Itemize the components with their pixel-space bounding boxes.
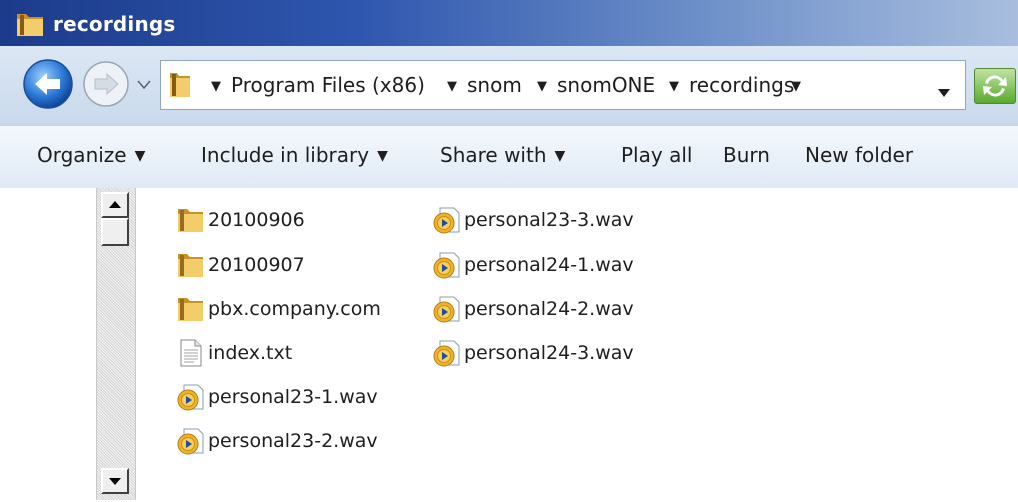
audio-file-icon (176, 426, 206, 456)
new-folder-button[interactable]: New folder (805, 143, 913, 167)
navigation-scrollbar[interactable] (96, 188, 136, 500)
scroll-down-arrow-icon (109, 478, 121, 485)
breadcrumb-snomone[interactable]: ▼ snomONE (537, 73, 655, 97)
folder-icon (176, 205, 206, 235)
chevron-down-icon: ▼ (134, 148, 146, 164)
audio-file-icon (432, 250, 462, 280)
folder-icon (16, 11, 44, 41)
audio-file-icon (176, 382, 206, 412)
chevron-down-icon: ▼ (377, 148, 388, 164)
history-dropdown-icon[interactable] (136, 76, 152, 95)
address-history-dropdown-icon[interactable] (937, 79, 951, 103)
audio-file-icon (432, 338, 462, 368)
address-bar[interactable]: ▼ Program Files (x86) ▼ snom ▼ snomONE ▼ rec… (160, 60, 966, 110)
organize-button[interactable]: Organize ▼ (37, 143, 145, 167)
navigation-bar: ▼ Program Files (x86) ▼ snom ▼ snomONE ▼ rec… (0, 46, 1018, 125)
breadcrumb-arrow-icon[interactable]: ▼ (447, 79, 457, 94)
title-bar[interactable]: recordings (0, 0, 1018, 46)
navigation-pane (0, 188, 96, 502)
include-in-library-button[interactable]: Include in library ▼ (201, 143, 388, 167)
forward-button[interactable] (80, 58, 132, 114)
back-button[interactable] (22, 58, 74, 114)
back-arrow-icon (23, 59, 73, 109)
command-bar: Organize ▼ Include in library ▼ Share with… (0, 125, 1018, 190)
breadcrumb-snom[interactable]: ▼ snom (447, 73, 522, 97)
breadcrumb-arrow-icon[interactable]: ▼ (537, 79, 547, 94)
breadcrumb-program-files[interactable]: ▼ Program Files (x86) (211, 73, 425, 97)
breadcrumb-arrow-icon[interactable]: ▼ (211, 79, 221, 94)
window-title: recordings (53, 12, 176, 36)
share-with-button[interactable]: Share with ▼ (440, 143, 565, 167)
play-all-button[interactable]: Play all (621, 143, 692, 167)
burn-button[interactable]: Burn (723, 143, 770, 167)
audio-file-icon (432, 205, 462, 235)
scroll-up-button[interactable] (101, 192, 129, 218)
folder-icon (176, 250, 206, 280)
scroll-up-arrow-icon (109, 201, 121, 208)
breadcrumb-recordings[interactable]: ▼ recordings (669, 73, 794, 97)
refresh-button[interactable] (974, 68, 1016, 104)
subfolder-dropdown-icon[interactable]: ▼ (791, 73, 811, 97)
forward-arrow-icon (83, 61, 129, 107)
folder-icon (176, 294, 206, 324)
scroll-thumb[interactable] (101, 218, 129, 246)
scroll-down-button[interactable] (101, 468, 129, 494)
file-list-pane: 20100906 20100907 pbx.company.com index.… (0, 188, 1018, 502)
refresh-icon (983, 75, 1007, 97)
text-file-icon (176, 338, 206, 368)
audio-file-icon (432, 294, 462, 324)
folder-icon (169, 71, 191, 104)
breadcrumb-arrow-icon[interactable]: ▼ (669, 79, 679, 94)
chevron-down-icon: ▼ (554, 148, 566, 164)
